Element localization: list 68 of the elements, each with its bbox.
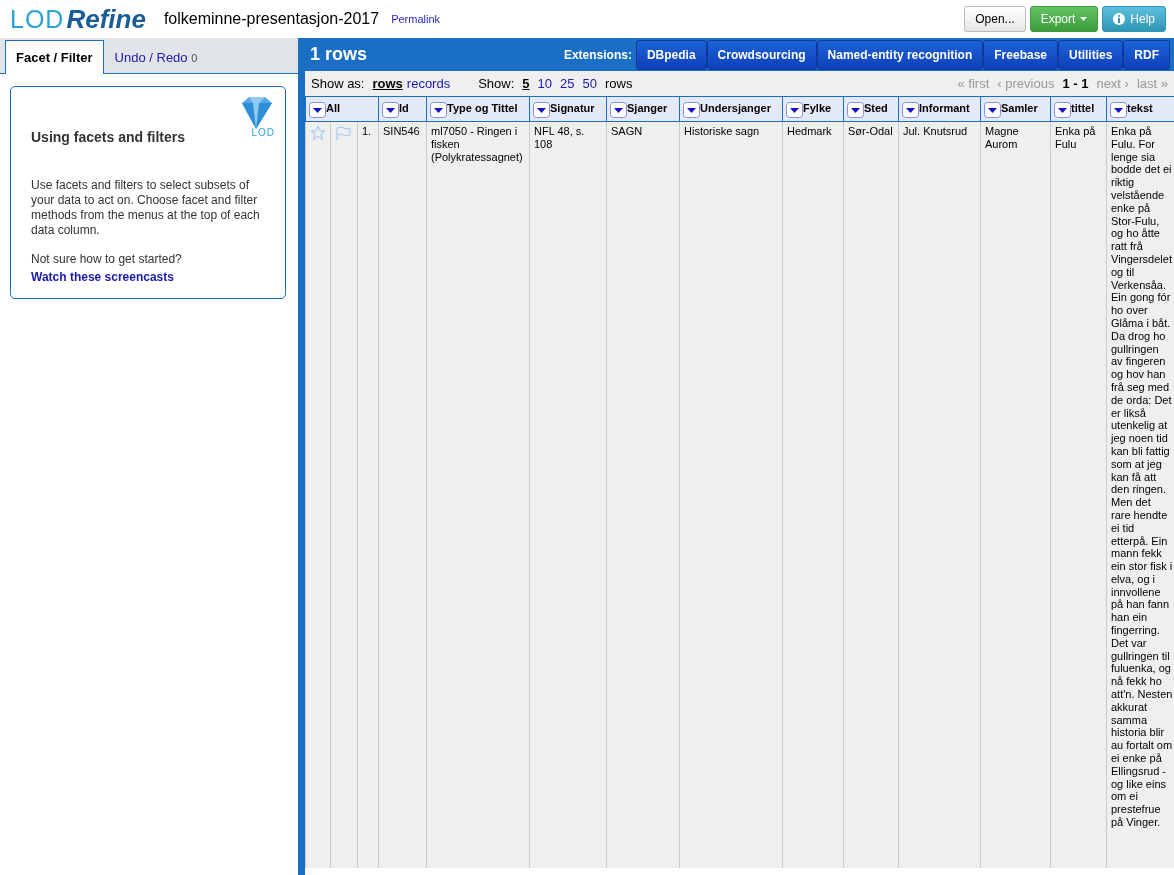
- column-menu-icon: [786, 101, 803, 118]
- column-menu-icon: [984, 101, 1001, 118]
- column-header[interactable]: Signatur: [529, 96, 607, 122]
- table-cell: Enka på Fulu. For lenge sia bodde det ei riktig velstående enke på Stor-Fulu, og ho åtte ratt frå Vingersdelet og til Verkensåa. Ein gong fór ho over Glåma i båt. Da drog ho gullringen av fingeren og hov han frå seg med de orda: Det er likså utenkelig at jeg noen tid kan bli fattig som at jeg kan få att den ringen. Men det rare hendte ei tid etterpå. Ein mann fekk ein stor fisk i elva, og i innvollene på han fann han ein fingerring. Det var gullringen til fuluenka, og nå fekk ho att'n. Nesten akkurat samma historia blir au fortalt om ei enke på Ellingsrud - og like eins om ei prestefrue på Vinger.: [1106, 121, 1174, 868]
- row-count: 1 rows: [310, 43, 368, 66]
- column-header[interactable]: Informant: [898, 96, 981, 122]
- table-cell: ml7050 - Ringen i fisken (Polykratessagnet): [426, 121, 530, 868]
- row-number: 1.: [357, 121, 379, 868]
- column-header[interactable]: Samler: [980, 96, 1051, 122]
- project-title: folkeminne-presentasjon-2017: [163, 9, 380, 29]
- page-size-link[interactable]: 10: [537, 73, 553, 94]
- card-title: Using facets and filters: [31, 129, 186, 146]
- card-text: Not sure how to get started?: [31, 251, 183, 267]
- logo-text: LOD: [10, 3, 65, 35]
- panel-tab[interactable]: Undo / Redo 0: [103, 39, 209, 74]
- screencasts-link[interactable]: Watch these screencasts: [31, 269, 174, 284]
- column-menu-icon: [309, 101, 326, 118]
- page-size-link[interactable]: 50: [582, 73, 597, 94]
- extension-menu-button[interactable]: Freebase: [983, 39, 1058, 70]
- extension-menu-button[interactable]: Utilities: [1058, 39, 1124, 70]
- column-menu-icon: [610, 101, 627, 118]
- extension-menu-button[interactable]: RDF: [1123, 39, 1170, 70]
- rows-label: rows: [604, 74, 633, 93]
- column-menu-icon: [847, 101, 864, 118]
- panel-tab[interactable]: Facet / Filter: [5, 39, 104, 74]
- extension-menu-button[interactable]: Crowdsourcing: [706, 39, 817, 70]
- column-header[interactable]: Type og Tittel: [426, 96, 530, 122]
- table-cell: Sør-Odal: [843, 121, 899, 868]
- column-menu-icon: [902, 101, 919, 118]
- column-menu-icon: [533, 101, 550, 118]
- logo-text: LOD: [251, 126, 275, 140]
- table-cell: Hedmark: [782, 121, 844, 868]
- column-header[interactable]: Fylke: [782, 96, 844, 122]
- info-icon: [1113, 13, 1126, 25]
- column-menu-icon: [1110, 101, 1127, 118]
- column-menu-icon: [1054, 101, 1071, 118]
- column-header[interactable]: Undersjanger: [679, 96, 783, 122]
- column-header[interactable]: Sjanger: [606, 96, 680, 122]
- extension-menu-button[interactable]: DBpedia: [635, 39, 707, 70]
- table-cell: NFL 48, s. 108: [529, 121, 607, 868]
- column-menu-icon: [382, 101, 399, 118]
- logo-text: Refine: [66, 2, 146, 36]
- table-cell: Jul. Knutsrud: [898, 121, 981, 868]
- page-range: 1 - 1: [1062, 74, 1089, 93]
- table-cell: SIN546: [378, 121, 427, 868]
- show-label: Show:: [478, 74, 515, 93]
- table-cell: Enka på Fulu: [1050, 121, 1107, 868]
- column-header[interactable]: tekst: [1106, 96, 1174, 122]
- page-size-link[interactable]: 5: [522, 73, 530, 94]
- table-cell: Magne Aurom: [980, 121, 1051, 868]
- view-mode-link[interactable]: rows: [372, 73, 403, 94]
- card-text: Use facets and filters to select subsets of your data to act on. Choose facet and filter methods from the menus at the top of each data column.: [31, 177, 261, 238]
- column-header[interactable]: tittel: [1050, 96, 1107, 122]
- column-header[interactable]: Id: [378, 96, 427, 122]
- caret-icon: [1080, 17, 1088, 21]
- page-size-link[interactable]: 25: [560, 73, 575, 94]
- column-header[interactable]: All: [305, 96, 379, 122]
- view-mode-link[interactable]: records: [406, 73, 451, 94]
- column-menu-icon: [430, 101, 447, 118]
- extension-menu-button[interactable]: Named-entity recognition: [816, 39, 984, 70]
- show-as-label: Show as:: [311, 74, 365, 93]
- permalink-link[interactable]: Permalink: [391, 10, 441, 28]
- column-header[interactable]: Sted: [843, 96, 899, 122]
- extensions-label: Extensions:: [563, 46, 632, 64]
- open-button[interactable]: Open...: [964, 6, 1026, 32]
- table-cell: SAGN: [606, 121, 680, 868]
- column-menu-icon: [683, 101, 700, 118]
- table-cell: Historiske sagn: [679, 121, 783, 868]
